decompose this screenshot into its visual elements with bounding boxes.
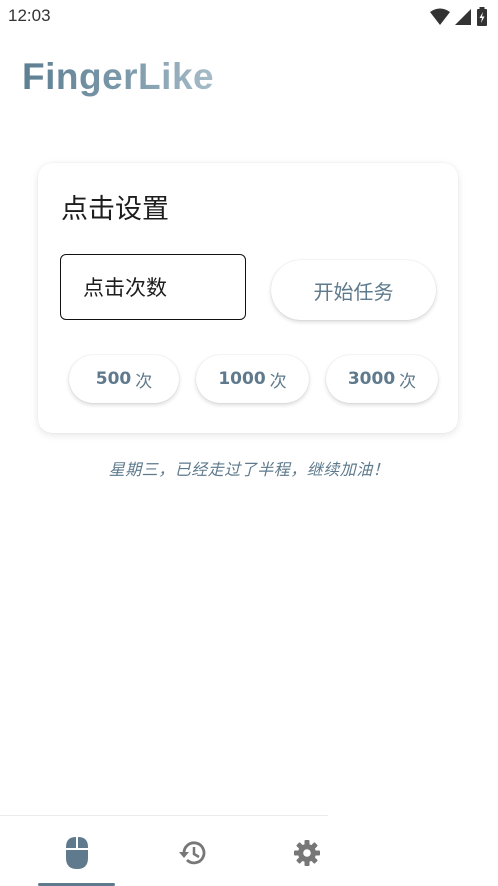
preset-unit: 次 [399, 371, 417, 392]
app-title: FingerLike [22, 56, 215, 97]
status-icons [430, 7, 488, 27]
preset-1000-button[interactable]: 1000 次 [196, 355, 309, 403]
click-count-input[interactable]: 点击次数 [60, 254, 246, 320]
card-title: 点击设置 [61, 194, 169, 225]
wifi-icon [430, 8, 450, 25]
status-time: 12:03 [8, 6, 51, 25]
battery-icon [477, 7, 487, 26]
preset-value: 500 [95, 369, 132, 389]
bottom-navigation [0, 815, 328, 886]
preset-value: 1000 [218, 369, 266, 389]
status-bar: 12:03 [0, 0, 498, 34]
preset-unit: 次 [135, 371, 153, 392]
start-task-button[interactable]: 开始任务 [271, 260, 436, 320]
click-settings-card: 点击设置 点击次数 开始任务 500 次 1000 次 3000 次 [38, 163, 458, 433]
preset-unit: 次 [269, 371, 287, 392]
preset-value: 3000 [347, 369, 396, 389]
settings-gear-icon [294, 840, 320, 866]
nav-item-settings[interactable] [290, 836, 324, 870]
preset-3000-button[interactable]: 3000 次 [326, 355, 438, 403]
click-count-placeholder: 点击次数 [83, 276, 167, 300]
nav-item-history[interactable] [175, 836, 209, 870]
history-icon [179, 841, 206, 865]
preset-500-button[interactable]: 500 次 [69, 355, 179, 403]
signal-icon [455, 9, 471, 25]
mouse-icon [66, 837, 88, 869]
motto-text: 星期三，已经走过了半程，继续加油！ [108, 460, 390, 479]
nav-item-click[interactable] [60, 836, 94, 870]
